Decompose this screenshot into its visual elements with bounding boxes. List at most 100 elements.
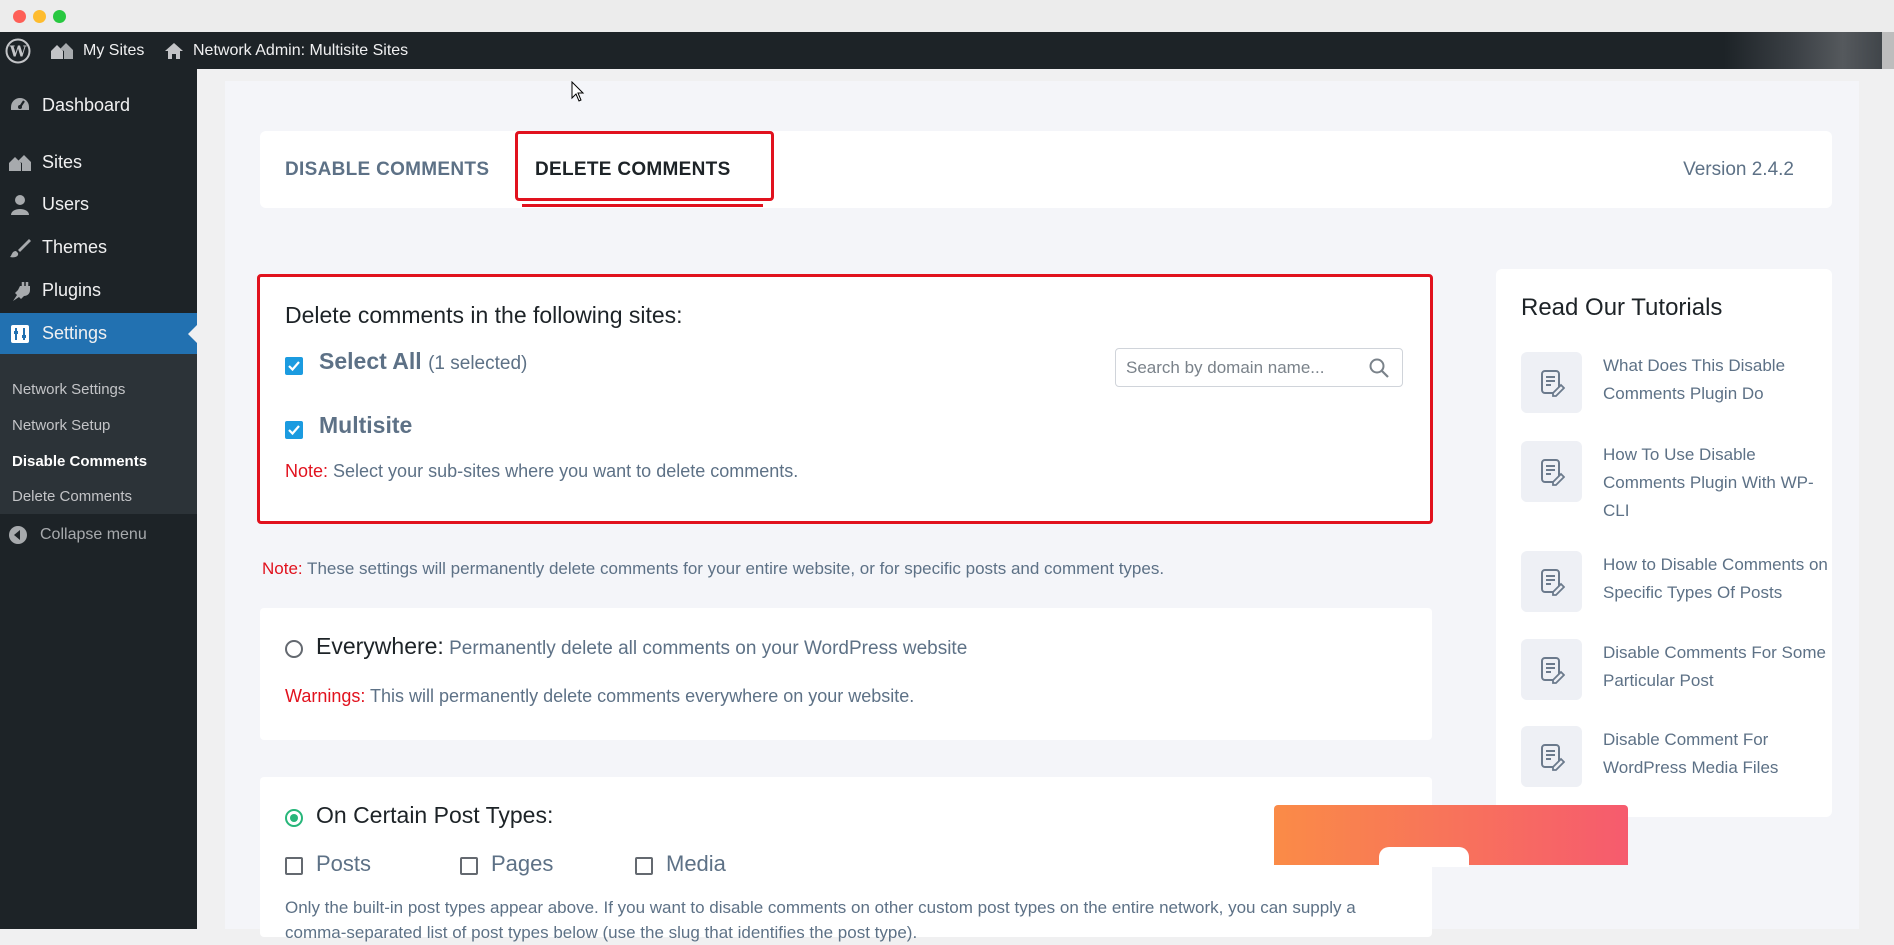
dashboard-icon (8, 94, 32, 118)
my-sites-label: My Sites (83, 41, 145, 59)
window-titlebar (0, 0, 1894, 32)
tab-disable-comments[interactable]: DISABLE COMMENTS (285, 131, 489, 208)
document-edit-icon (1521, 726, 1582, 787)
network-admin-menu[interactable]: Network Admin: Multisite Sites (163, 32, 408, 69)
mouse-cursor-icon (571, 81, 585, 102)
admin-sidebar: Dashboard Sites Users Themes Plugins Set… (0, 69, 197, 929)
tabs-bar: DISABLE COMMENTS DELETE COMMENTS Version… (260, 131, 1832, 208)
minimize-window-button[interactable] (33, 10, 46, 23)
check-icon (288, 361, 300, 372)
main-content: DISABLE COMMENTS DELETE COMMENTS Version… (197, 69, 1894, 942)
sidebar-item-plugins[interactable]: Plugins (0, 270, 197, 311)
settings-submenu: Network Settings Network Setup Disable C… (0, 354, 197, 514)
site-note: Note: Select your sub-sites where you wa… (285, 461, 798, 482)
note-label: Note: (262, 559, 303, 578)
wp-admin-bar: W My Sites Network Admin: Multisite Site… (0, 32, 1894, 69)
site-selector-box: Delete comments in the following sites: … (257, 274, 1433, 524)
close-window-button[interactable] (13, 10, 26, 23)
collapse-menu-label: Collapse menu (40, 526, 147, 543)
select-all-checkbox[interactable] (285, 357, 303, 375)
post-types-title[interactable]: On Certain Post Types: (316, 802, 553, 829)
submenu-delete-comments[interactable]: Delete Comments (12, 488, 132, 505)
check-icon (288, 425, 300, 436)
promo-banner[interactable] (1274, 805, 1628, 867)
tutorials-panel: Read Our Tutorials What Does This Disabl… (1496, 269, 1832, 817)
account-menu-blurred[interactable] (1724, 32, 1894, 69)
site-checkbox-multisite[interactable] (285, 421, 303, 439)
plugin-icon (8, 279, 32, 303)
global-note: Note: These settings will permanently de… (262, 559, 1164, 579)
media-checkbox[interactable] (635, 857, 653, 875)
sites-icon (8, 151, 32, 175)
wordpress-icon: W (5, 38, 31, 63)
everywhere-card: Everywhere: Permanently delete all comme… (260, 608, 1432, 740)
warning-label: Warnings: (285, 686, 366, 706)
svg-text:W: W (9, 42, 28, 60)
everywhere-radio[interactable] (285, 640, 303, 658)
sidebar-item-sites[interactable]: Sites (0, 142, 197, 183)
tutorial-title[interactable]: What Does This Disable Comments Plugin D… (1603, 352, 1833, 408)
sidebar-item-label: Themes (42, 237, 108, 257)
highlight-box (515, 131, 774, 201)
sites-icon (51, 42, 73, 59)
selected-count: (1 selected) (428, 353, 528, 374)
submenu-network-setup[interactable]: Network Setup (12, 417, 110, 434)
search-icon[interactable] (1368, 357, 1390, 379)
sidebar-item-label: Dashboard (42, 95, 131, 115)
brush-icon (8, 236, 32, 260)
version-label: Version 2.4.2 (1683, 158, 1794, 180)
everywhere-title-text: Everywhere: (316, 633, 444, 659)
note-text: Select your sub-sites where you want to … (328, 461, 799, 481)
collapse-icon (9, 526, 27, 544)
posts-label[interactable]: Posts (316, 851, 371, 877)
domain-search-input[interactable] (1126, 349, 1366, 386)
home-icon (165, 42, 183, 59)
everywhere-warning: Warnings: This will permanently delete c… (285, 686, 914, 707)
note-text: These settings will permanently delete c… (302, 559, 1165, 578)
media-label[interactable]: Media (666, 851, 726, 877)
everywhere-title[interactable]: Everywhere: Permanently delete all comme… (316, 633, 967, 660)
users-icon (8, 193, 32, 217)
plugin-panel: DISABLE COMMENTS DELETE COMMENTS Version… (225, 81, 1859, 942)
submenu-disable-comments[interactable]: Disable Comments (12, 453, 147, 470)
network-admin-label: Network Admin: Multisite Sites (193, 41, 409, 59)
select-all-label[interactable]: Select All (1 selected) (319, 348, 527, 375)
sidebar-item-label: Settings (42, 323, 108, 343)
sidebar-item-label: Plugins (42, 280, 102, 300)
tutorial-title[interactable]: Disable Comments For Some Particular Pos… (1603, 639, 1833, 695)
active-tab-underline (522, 204, 763, 207)
pages-label[interactable]: Pages (491, 851, 553, 877)
posts-checkbox[interactable] (285, 857, 303, 875)
sidebar-item-dashboard[interactable]: Dashboard (0, 85, 197, 126)
sidebar-item-themes[interactable]: Themes (0, 227, 197, 268)
scrollbar-edge (1882, 32, 1894, 69)
site-selector-heading: Delete comments in the following sites: (285, 302, 683, 328)
select-all-text: Select All (319, 348, 422, 374)
site-label-multisite[interactable]: Multisite (319, 412, 412, 439)
post-types-help: Only the built-in post types appear abov… (285, 898, 1356, 942)
tutorial-title[interactable]: How to Disable Comments on Specific Type… (1603, 551, 1833, 607)
document-edit-icon (1521, 551, 1582, 612)
tutorial-title[interactable]: How To Use Disable Comments Plugin With … (1603, 441, 1833, 525)
submenu-network-settings[interactable]: Network Settings (12, 381, 125, 398)
document-edit-icon (1521, 441, 1582, 502)
note-label: Note: (285, 461, 329, 481)
domain-search[interactable] (1115, 348, 1403, 387)
everywhere-desc: Permanently delete all comments on your … (443, 638, 968, 659)
sidebar-item-label: Sites (42, 152, 83, 172)
sidebar-item-users[interactable]: Users (0, 184, 197, 225)
collapse-menu-button[interactable]: Collapse menu (8, 525, 147, 545)
my-sites-menu[interactable]: My Sites (49, 32, 144, 69)
document-edit-icon (1521, 639, 1582, 700)
tutorials-heading: Read Our Tutorials (1521, 294, 1723, 321)
post-types-radio[interactable] (285, 809, 303, 827)
post-types-card: On Certain Post Types: Posts Pages Media… (260, 777, 1432, 942)
sidebar-item-label: Users (42, 194, 90, 214)
settings-icon (8, 322, 32, 346)
pages-checkbox[interactable] (460, 857, 478, 875)
sidebar-item-settings[interactable]: Settings (0, 313, 197, 354)
wordpress-logo[interactable]: W (5, 32, 31, 69)
tutorial-title[interactable]: Disable Comment For WordPress Media File… (1603, 726, 1833, 782)
warning-text: This will permanently delete comments ev… (365, 686, 915, 706)
maximize-window-button[interactable] (53, 10, 66, 23)
